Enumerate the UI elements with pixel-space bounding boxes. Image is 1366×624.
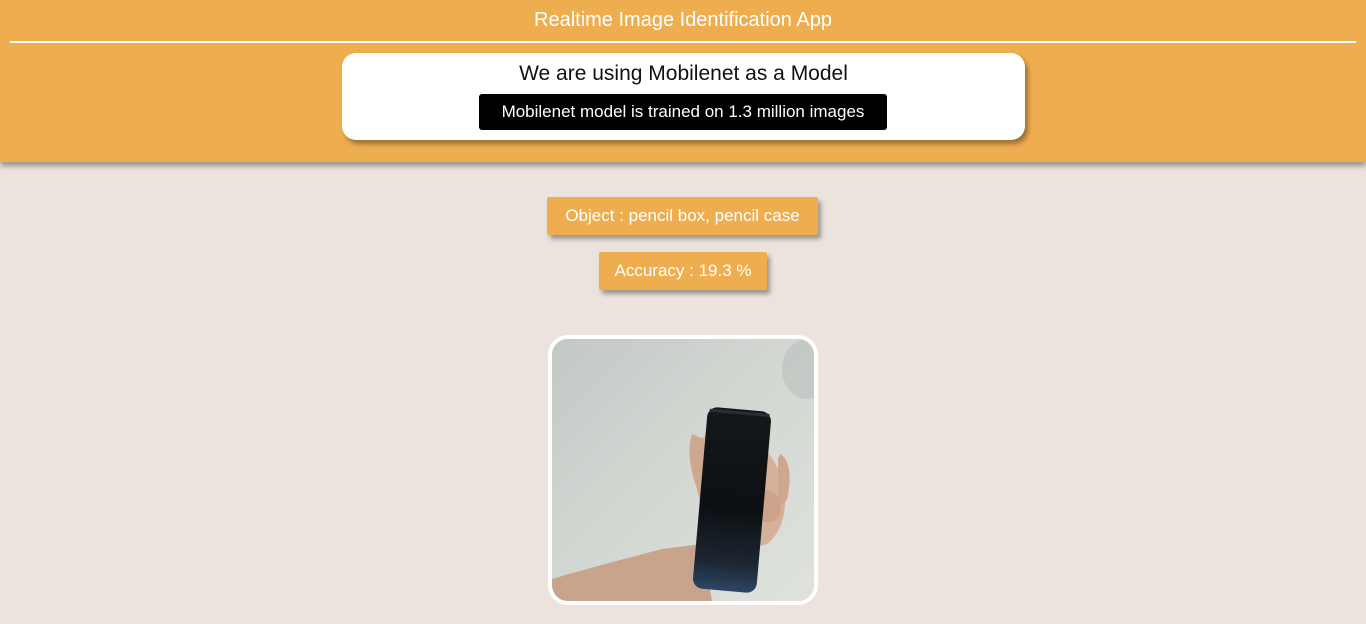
webcam-image bbox=[552, 339, 814, 601]
accuracy-result-label: Accuracy : 19.3 % bbox=[599, 252, 767, 290]
model-info-card: We are using Mobilenet as a Model Mobile… bbox=[342, 53, 1025, 140]
header-divider bbox=[10, 41, 1356, 43]
model-info-badge: Mobilenet model is trained on 1.3 millio… bbox=[479, 94, 887, 130]
object-result-label: Object : pencil box, pencil case bbox=[547, 197, 818, 235]
webcam-preview bbox=[548, 335, 818, 605]
model-info-heading: We are using Mobilenet as a Model bbox=[519, 62, 848, 85]
app-header: Realtime Image Identification App We are… bbox=[0, 0, 1366, 162]
app-title: Realtime Image Identification App bbox=[534, 9, 832, 31]
